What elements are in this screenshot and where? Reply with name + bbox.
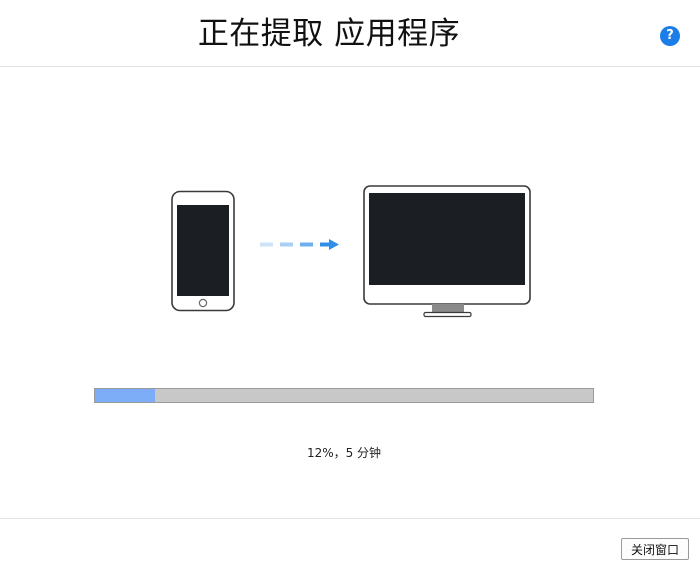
- help-button[interactable]: ?: [660, 26, 680, 46]
- header-bar: 正在提取 应用程序 ?: [0, 0, 700, 67]
- page-title: 正在提取 应用程序: [197, 16, 461, 52]
- progress-status-text: 12%，5 分钟: [306, 446, 382, 460]
- transfer-illustration: [171, 185, 531, 318]
- extraction-window: 正在提取 应用程序 ? 12%，5 分钟 关闭窗口: [0, 0, 700, 571]
- close-window-button[interactable]: 关闭窗口: [621, 538, 689, 560]
- footer-bar: 关闭窗口: [0, 518, 700, 571]
- desktop-monitor-icon: [363, 185, 531, 318]
- dashed-arrow-right-icon: [260, 239, 339, 250]
- progress-bar-fill: [95, 389, 155, 402]
- phone-icon: [171, 190, 235, 312]
- progress-bar: [94, 388, 594, 403]
